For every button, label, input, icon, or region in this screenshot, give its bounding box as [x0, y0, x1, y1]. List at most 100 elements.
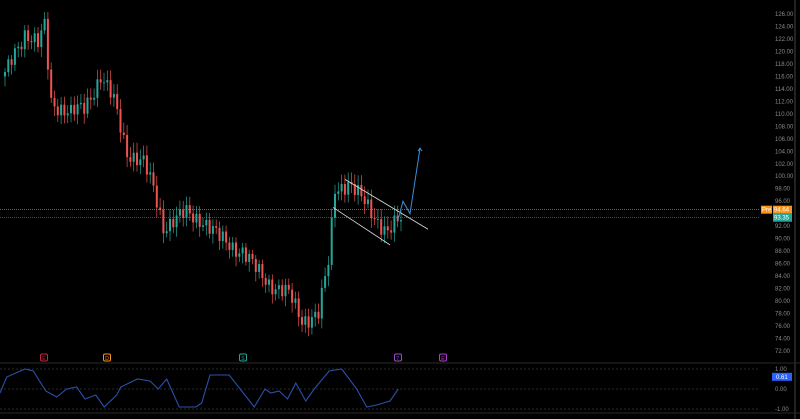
candle-body — [320, 287, 323, 319]
y-tick-label: 100.00 — [775, 174, 794, 180]
candle-body — [337, 191, 340, 194]
candle-body — [136, 152, 138, 166]
candle-body — [103, 82, 105, 84]
candle-body — [162, 209, 165, 234]
candle-body — [221, 231, 224, 241]
candle-body — [10, 59, 13, 65]
y-tick-label: 102.00 — [775, 162, 794, 168]
candle-body — [390, 230, 393, 233]
candle-body — [139, 159, 142, 166]
candle-body — [96, 79, 99, 98]
candle-body — [261, 264, 264, 279]
candle-body — [175, 215, 178, 228]
candle-body — [215, 226, 218, 228]
candle-body — [132, 152, 135, 162]
candle-body — [40, 30, 43, 48]
candle-body — [20, 46, 23, 50]
candle-body — [155, 185, 158, 208]
candle-body — [89, 97, 92, 100]
candle-body — [13, 48, 16, 65]
candle-body — [30, 41, 33, 43]
candle-body — [264, 278, 267, 285]
candle-body — [281, 285, 284, 297]
candle-body — [60, 104, 63, 116]
event-marker-letter: D — [105, 356, 109, 362]
candle-body — [380, 219, 383, 235]
candle-body — [218, 227, 221, 241]
y-tick-label: 76.00 — [775, 324, 791, 330]
candle-body — [99, 79, 102, 83]
candle-body — [376, 219, 379, 220]
y-tick-label: 114.00 — [775, 87, 794, 93]
y-tick-label: 116.00 — [775, 74, 794, 80]
candle-body — [198, 213, 201, 227]
y-tick-label: 122.00 — [775, 37, 794, 43]
candle-body — [274, 289, 277, 295]
candle-body — [373, 218, 376, 220]
candle-body — [172, 218, 175, 228]
projection-line — [397, 148, 421, 221]
candle-body — [268, 279, 270, 285]
candle-body — [241, 247, 244, 254]
candle-body — [235, 242, 237, 257]
candle-body — [66, 113, 69, 116]
y-tick-label: 88.00 — [775, 249, 791, 255]
candle-body — [142, 155, 145, 160]
candle-body — [330, 217, 333, 265]
candle-body — [70, 104, 72, 114]
candle-body — [23, 30, 26, 50]
candle-body — [106, 80, 109, 83]
y-tick-label: 124.00 — [775, 24, 794, 30]
candle-body — [301, 317, 303, 325]
candle-body — [284, 284, 287, 297]
candle-body — [79, 102, 82, 105]
candle-body — [304, 316, 307, 325]
y-tick-label: 106.00 — [775, 137, 794, 143]
pre-market-label: Pre — [762, 208, 772, 214]
candle-body — [56, 106, 59, 116]
candle-body — [347, 182, 350, 195]
candle-body — [205, 219, 208, 226]
candle-body — [231, 242, 234, 250]
candle-body — [360, 185, 363, 197]
candle-body — [4, 72, 6, 77]
price-chart[interactable]: 126.00 124.00 122.00 120.00 118.00 116.00 114.… — [0, 0, 800, 419]
candle-body — [109, 80, 112, 98]
event-marker-letter: ? — [396, 356, 399, 362]
oscillator-tick-label: 0.00 — [775, 387, 787, 393]
candle-body — [370, 199, 373, 219]
y-tick-label: 72.00 — [775, 349, 791, 355]
candle-body — [393, 215, 396, 233]
y-tick-label: 78.00 — [775, 312, 791, 318]
candle-body — [50, 69, 53, 98]
y-tick-label: 96.00 — [775, 199, 791, 205]
candle-body — [195, 213, 198, 223]
oscillator-line — [0, 368, 399, 408]
candle-body — [112, 94, 115, 98]
candle-body — [271, 279, 274, 295]
candle-body — [400, 220, 402, 222]
candle-body — [202, 225, 204, 227]
y-tick-label: 92.00 — [775, 224, 791, 230]
candle-body — [169, 218, 171, 232]
candle-body — [327, 264, 330, 277]
candle-body — [17, 46, 20, 49]
candle-body — [119, 109, 122, 133]
candle-body — [152, 172, 155, 186]
candle-body — [244, 247, 247, 262]
candle-body — [314, 311, 317, 318]
y-tick-label: 86.00 — [775, 262, 791, 268]
candle-body — [211, 226, 214, 234]
y-tick-label: 98.00 — [775, 187, 791, 193]
y-tick-label: 74.00 — [775, 336, 791, 342]
candle-body — [7, 59, 10, 73]
candle-body — [294, 298, 297, 303]
candle-body — [307, 316, 310, 328]
y-tick-label: 104.00 — [775, 149, 794, 155]
y-tick-label: 118.00 — [775, 62, 794, 68]
oscillator-value: 0.61 — [776, 375, 788, 381]
candle-body — [43, 18, 46, 31]
candle-body — [310, 317, 313, 328]
candle-body — [367, 199, 369, 205]
y-tick-label: 110.00 — [775, 112, 794, 118]
